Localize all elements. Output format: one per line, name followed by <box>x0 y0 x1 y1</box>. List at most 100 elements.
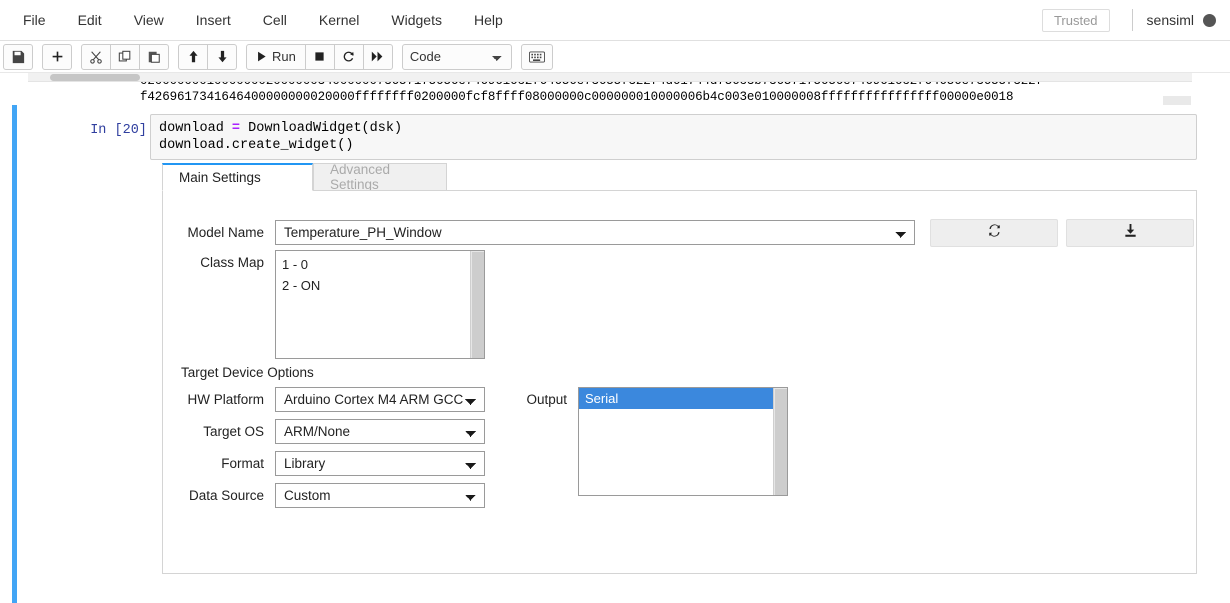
format-label: Format <box>221 456 264 471</box>
menu-view[interactable]: View <box>118 6 180 34</box>
toolbar-group-palette <box>520 43 553 70</box>
model-name-row: Model Name Temperature_PH_Window <box>181 220 915 245</box>
plus-icon <box>51 50 64 63</box>
target-os-select[interactable]: ARM/None <box>275 419 485 444</box>
add-cell-button[interactable] <box>42 43 72 70</box>
model-name-select[interactable]: Temperature_PH_Window <box>275 220 915 245</box>
cell-input-prompt: In [20]: <box>90 123 155 138</box>
menu-item-list: File Edit View Insert Cell Kernel Widget… <box>0 6 519 34</box>
fast-forward-icon <box>371 50 384 63</box>
class-map-row: Class Map 1 - 0 2 - ON <box>181 250 485 359</box>
model-name-label: Model Name <box>187 225 264 240</box>
scrollbar-thumb[interactable] <box>775 389 787 495</box>
menu-file[interactable]: File <box>7 6 62 34</box>
run-label: Run <box>272 49 296 64</box>
code-line-2: download.create_widget() <box>159 138 354 153</box>
restart-run-all-button[interactable] <box>362 43 393 70</box>
stop-kernel-button[interactable] <box>304 43 335 70</box>
toolbar-group-file <box>3 43 33 70</box>
download-icon <box>1123 223 1138 243</box>
data-source-row: Data Source Custom <box>181 483 485 508</box>
download-knowledgepack-button[interactable] <box>1066 219 1194 247</box>
notebook-body: 0200000001000000020000003400000073657175… <box>0 73 1230 603</box>
cell-code-editor[interactable]: download = DownloadWidget(dsk) download.… <box>150 114 1197 160</box>
code-line-1: download = DownloadWidget(dsk) <box>159 120 1188 137</box>
toolbar-group-move <box>178 43 237 70</box>
kernel-name-label: sensiml <box>1146 12 1194 28</box>
paste-cell-button[interactable] <box>139 43 169 70</box>
refresh-models-button[interactable] <box>930 219 1058 247</box>
restart-icon <box>342 50 355 63</box>
toolbar-group-edit <box>81 43 169 70</box>
menu-kernel[interactable]: Kernel <box>303 6 375 34</box>
scissors-icon <box>89 50 103 64</box>
output-scroll-corner <box>1163 96 1191 105</box>
target-os-label: Target OS <box>203 424 264 439</box>
menu-bar: File Edit View Insert Cell Kernel Widget… <box>0 0 1230 41</box>
save-button[interactable] <box>3 43 33 70</box>
format-row: Format Library <box>181 451 485 476</box>
target-os-row: Target OS ARM/None <box>181 419 485 444</box>
trusted-badge[interactable]: Trusted <box>1041 8 1110 32</box>
class-map-listbox[interactable]: 1 - 0 2 - ON <box>275 250 485 359</box>
list-item[interactable]: 1 - 0 <box>276 254 484 275</box>
paste-icon <box>147 50 161 64</box>
download-widget: Main Settings Advanced Settings Model Na… <box>150 162 1197 603</box>
tab-advanced-settings[interactable]: Advanced Settings <box>313 162 447 192</box>
code-cell[interactable]: In [20]: download = DownloadWidget(dsk) … <box>12 105 1197 603</box>
kernel-busy-indicator-icon <box>1203 13 1216 27</box>
menu-insert[interactable]: Insert <box>180 6 247 34</box>
keyboard-icon <box>528 50 545 63</box>
cut-cell-button[interactable] <box>81 43 111 70</box>
output-horizontal-scrollbar[interactable] <box>28 73 1192 82</box>
arrow-down-icon <box>216 50 229 63</box>
class-map-scrollbar[interactable] <box>470 251 484 358</box>
code-text-2: DownloadWidget(dsk) <box>240 121 403 136</box>
output-label: Output <box>526 392 567 407</box>
hex-dump-line-2: f4269617341646400000000020000ffffffff020… <box>140 90 1014 104</box>
copy-icon <box>118 50 132 64</box>
restart-kernel-button[interactable] <box>333 43 364 70</box>
tab-main-settings[interactable]: Main Settings <box>162 163 313 191</box>
previous-cell-output: 0200000001000000020000003400000073657175… <box>0 73 1230 105</box>
scrollbar-thumb[interactable] <box>50 74 140 81</box>
output-items: Serial <box>579 388 787 409</box>
list-item[interactable]: 2 - ON <box>276 275 484 296</box>
cell-type-select[interactable]: Code <box>401 43 512 70</box>
list-item[interactable]: Serial <box>579 388 787 409</box>
stop-icon <box>314 51 325 62</box>
toolbar-group-insert <box>42 43 72 70</box>
widget-tab-bar: Main Settings Advanced Settings <box>150 162 1197 192</box>
menubar-right-group: Trusted sensiml <box>1041 0 1230 40</box>
code-operator: = <box>231 121 241 136</box>
output-scrollbar[interactable] <box>773 388 787 495</box>
arrow-up-icon <box>187 50 200 63</box>
menu-cell[interactable]: Cell <box>247 6 303 34</box>
save-icon <box>11 50 25 64</box>
hw-platform-row: HW Platform Arduino Cortex M4 ARM GCC <box>181 387 485 412</box>
hw-platform-select[interactable]: Arduino Cortex M4 ARM GCC <box>275 387 485 412</box>
class-map-label: Class Map <box>200 255 264 270</box>
toolbar-group-run: Run <box>246 43 393 70</box>
data-source-label: Data Source <box>188 488 264 503</box>
refresh-icon <box>987 223 1002 243</box>
toolbar: Run Code <box>0 41 1230 73</box>
command-palette-button[interactable] <box>520 43 553 70</box>
copy-cell-button[interactable] <box>110 43 140 70</box>
class-map-items: 1 - 0 2 - ON <box>276 251 484 296</box>
kernel-separator <box>1131 9 1133 31</box>
code-text-1: download <box>159 121 232 136</box>
output-listbox[interactable]: Serial <box>578 387 788 496</box>
format-select[interactable]: Library <box>275 451 485 476</box>
play-icon <box>256 51 267 62</box>
target-device-options-heading: Target Device Options <box>181 365 314 380</box>
output-row: Output Serial <box>523 387 788 496</box>
menu-widgets[interactable]: Widgets <box>375 6 458 34</box>
menu-edit[interactable]: Edit <box>62 6 118 34</box>
menu-help[interactable]: Help <box>458 6 519 34</box>
run-cell-button[interactable]: Run <box>246 43 306 70</box>
data-source-select[interactable]: Custom <box>275 483 485 508</box>
move-cell-down-button[interactable] <box>207 43 237 70</box>
scrollbar-thumb[interactable] <box>472 252 484 358</box>
move-cell-up-button[interactable] <box>178 43 208 70</box>
